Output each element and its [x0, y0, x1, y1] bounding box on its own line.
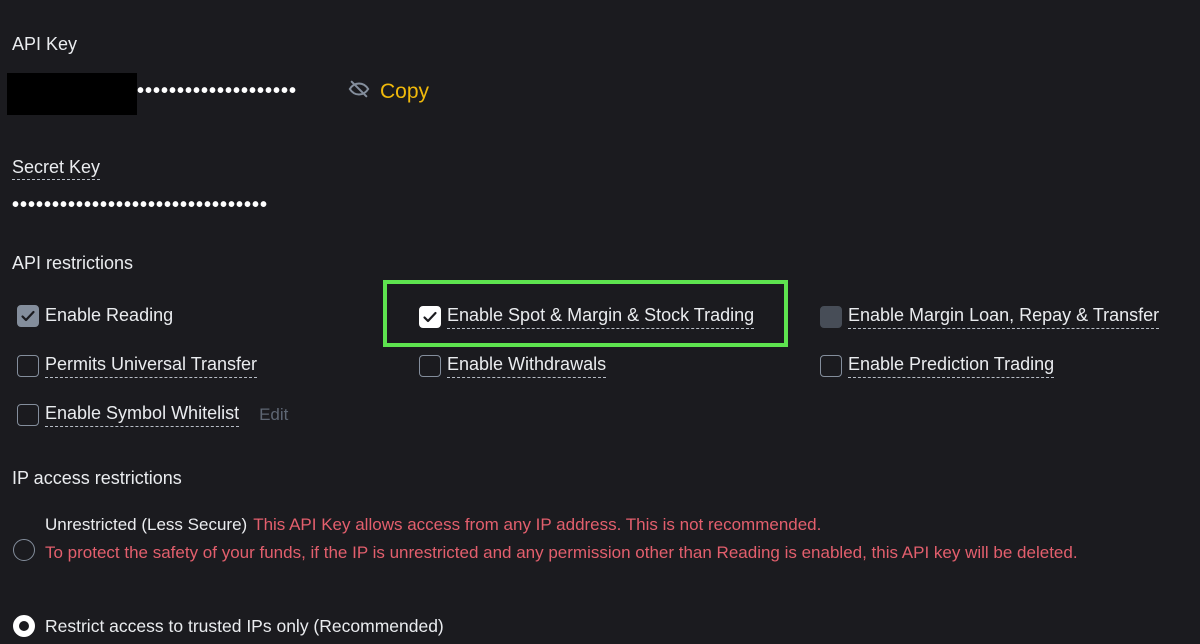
checkbox-label: Permits Universal Transfer	[45, 353, 258, 378]
checkbox-box[interactable]	[419, 305, 441, 328]
checkbox-enable-reading[interactable]: Enable Reading	[17, 304, 173, 328]
checkbox-box[interactable]	[17, 354, 39, 377]
copy-button[interactable]: Copy	[348, 78, 429, 105]
unrestricted-label: Unrestricted (Less Secure)	[45, 515, 248, 534]
api-restrictions-title: API restrictions	[12, 253, 134, 273]
checkbox-label: Enable Withdrawals	[447, 353, 607, 378]
checkbox-box[interactable]	[419, 354, 441, 377]
checkbox-label: Enable Symbol Whitelist	[45, 402, 240, 427]
checkbox-permits-universal-transfer[interactable]: Permits Universal Transfer	[17, 353, 258, 378]
checkbox-label: Enable Spot & Margin & Stock Trading	[447, 304, 755, 329]
checkbox-enable-withdrawals[interactable]: Enable Withdrawals	[419, 353, 607, 378]
unrestricted-warning-1: This API Key allows access from any IP a…	[253, 515, 822, 534]
checkbox-enable-symbol-whitelist[interactable]: Enable Symbol Whitelist Edit	[17, 402, 288, 427]
restricted-label: Restrict access to trusted IPs only (Rec…	[45, 616, 444, 636]
checkbox-label: Enable Prediction Trading	[848, 353, 1055, 378]
checkbox-label: Enable Margin Loan, Repay & Transfer	[848, 304, 1160, 329]
checkbox-enable-prediction-trading[interactable]: Enable Prediction Trading	[820, 353, 1055, 378]
checkbox-box[interactable]	[17, 305, 39, 327]
ip-access-title: IP access restrictions	[12, 468, 182, 488]
checkbox-box	[820, 305, 842, 328]
radio-unrestricted[interactable]	[13, 539, 35, 561]
checkbox-label: Enable Reading	[45, 305, 174, 325]
api-key-label: API Key	[12, 34, 78, 54]
api-key-settings: API Key •••••••••••••••••••• Copy Secret…	[0, 0, 1200, 644]
copy-label[interactable]: Copy	[380, 80, 429, 104]
checkbox-enable-spot-margin-stock-trading[interactable]: Enable Spot & Margin & Stock Trading	[419, 304, 755, 329]
secret-key-label: Secret Key	[12, 157, 101, 180]
redacted-block	[7, 73, 137, 115]
secret-key-masked-value: ••••••••••••••••••••••••••••••••	[12, 194, 269, 216]
unrestricted-option-text: Unrestricted (Less Secure) This API Key a…	[45, 511, 1145, 567]
radio-restricted[interactable]	[13, 615, 35, 637]
unrestricted-warning-2: To protect the safety of your funds, if …	[45, 543, 1078, 562]
checkbox-box[interactable]	[820, 354, 842, 377]
edit-whitelist-link[interactable]: Edit	[259, 405, 288, 425]
checkbox-box[interactable]	[17, 403, 39, 426]
api-key-masked-value: ••••••••••••••••••••	[137, 80, 298, 102]
checkbox-enable-margin-loan: Enable Margin Loan, Repay & Transfer	[820, 304, 1160, 329]
eye-off-icon[interactable]	[348, 78, 370, 105]
secret-key-label-text: Secret Key	[12, 157, 101, 180]
